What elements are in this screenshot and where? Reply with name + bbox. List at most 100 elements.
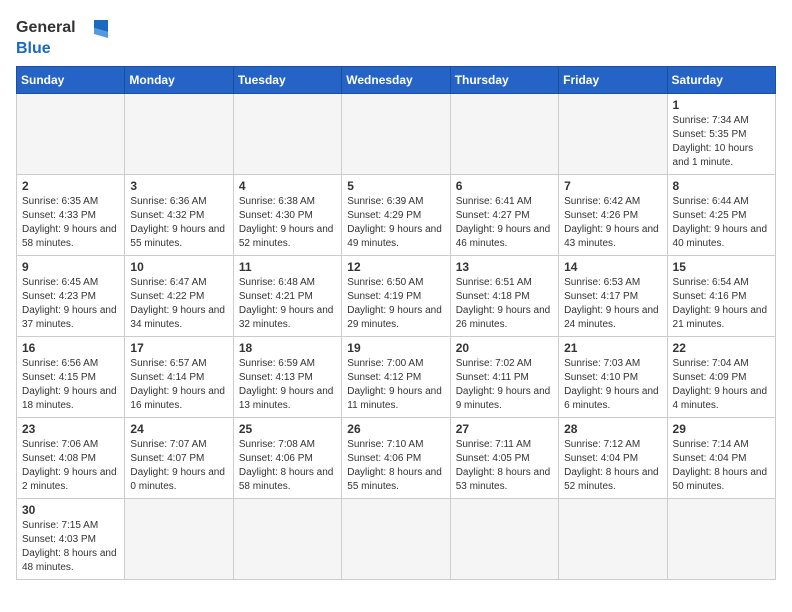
calendar-cell: 13 Sunrise: 6:51 AMSunset: 4:18 PMDayligh…	[450, 256, 558, 337]
calendar-cell: 6 Sunrise: 6:41 AMSunset: 4:27 PMDaylight…	[450, 175, 558, 256]
logo-general: General	[16, 19, 76, 37]
calendar-cell	[667, 499, 775, 580]
day-info: Sunrise: 6:53 AMSunset: 4:17 PMDaylight:…	[564, 276, 661, 332]
logo: General Blue	[16, 16, 108, 58]
calendar-cell: 19 Sunrise: 7:00 AMSunset: 4:12 PMDayligh…	[342, 337, 450, 418]
calendar-cell: 10 Sunrise: 6:47 AMSunset: 4:22 PMDayligh…	[125, 256, 233, 337]
day-info: Sunrise: 7:04 AMSunset: 4:09 PMDaylight:…	[673, 357, 770, 413]
day-number: 19	[347, 341, 444, 355]
day-info: Sunrise: 6:47 AMSunset: 4:22 PMDaylight:…	[130, 276, 227, 332]
calendar-cell	[233, 499, 341, 580]
day-info: Sunrise: 7:06 AMSunset: 4:08 PMDaylight:…	[22, 438, 119, 494]
calendar-cell: 5 Sunrise: 6:39 AMSunset: 4:29 PMDaylight…	[342, 175, 450, 256]
calendar-cell: 7Sunrise: 6:42 AMSunset: 4:26 PMDaylight…	[559, 175, 667, 256]
day-number: 10	[130, 260, 227, 274]
day-number: 9	[22, 260, 119, 274]
calendar-cell	[559, 499, 667, 580]
calendar-week-1: 2Sunrise: 6:35 AMSunset: 4:33 PMDaylight…	[17, 175, 776, 256]
calendar-cell	[17, 94, 125, 175]
day-number: 18	[239, 341, 336, 355]
day-info: Sunrise: 6:41 AMSunset: 4:27 PMDaylight:…	[456, 195, 553, 251]
calendar-table: Sunday Monday Tuesday Wednesday Thursday…	[16, 66, 776, 580]
calendar-cell: 29 Sunrise: 7:14 AMSunset: 4:04 PMDayligh…	[667, 418, 775, 499]
calendar-cell	[125, 94, 233, 175]
day-number: 12	[347, 260, 444, 274]
day-info: Sunrise: 6:39 AMSunset: 4:29 PMDaylight:…	[347, 195, 444, 251]
calendar-week-2: 9 Sunrise: 6:45 AMSunset: 4:23 PMDaylight…	[17, 256, 776, 337]
calendar-cell: 22Sunrise: 7:04 AMSunset: 4:09 PMDayligh…	[667, 337, 775, 418]
day-number: 15	[673, 260, 770, 274]
day-info: Sunrise: 6:59 AMSunset: 4:13 PMDaylight:…	[239, 357, 336, 413]
header-monday: Monday	[125, 67, 233, 94]
calendar-cell	[342, 499, 450, 580]
day-number: 30	[22, 503, 119, 517]
day-info: Sunrise: 6:45 AMSunset: 4:23 PMDaylight:…	[22, 276, 119, 332]
calendar-cell: 30 Sunrise: 7:15 AMSunset: 4:03 PMDayligh…	[17, 499, 125, 580]
day-number: 27	[456, 422, 553, 436]
day-number: 16	[22, 341, 119, 355]
calendar-week-5: 30 Sunrise: 7:15 AMSunset: 4:03 PMDayligh…	[17, 499, 776, 580]
calendar-cell	[233, 94, 341, 175]
calendar-cell	[125, 499, 233, 580]
header-friday: Friday	[559, 67, 667, 94]
day-number: 1	[673, 98, 770, 112]
header-saturday: Saturday	[667, 67, 775, 94]
calendar-cell: 17 Sunrise: 6:57 AMSunset: 4:14 PMDayligh…	[125, 337, 233, 418]
calendar-week-4: 23Sunrise: 7:06 AMSunset: 4:08 PMDayligh…	[17, 418, 776, 499]
calendar-cell: 28 Sunrise: 7:12 AMSunset: 4:04 PMDayligh…	[559, 418, 667, 499]
day-number: 28	[564, 422, 661, 436]
day-info: Sunrise: 7:10 AMSunset: 4:06 PMDaylight:…	[347, 438, 444, 494]
day-info: Sunrise: 6:57 AMSunset: 4:14 PMDaylight:…	[130, 357, 227, 413]
day-info: Sunrise: 6:50 AMSunset: 4:19 PMDaylight:…	[347, 276, 444, 332]
header: General Blue	[16, 16, 776, 58]
day-number: 6	[456, 179, 553, 193]
day-number: 14	[564, 260, 661, 274]
day-info: Sunrise: 6:56 AMSunset: 4:15 PMDaylight:…	[22, 357, 119, 413]
day-info: Sunrise: 6:54 AMSunset: 4:16 PMDaylight:…	[673, 276, 770, 332]
header-sunday: Sunday	[17, 67, 125, 94]
day-number: 4	[239, 179, 336, 193]
header-thursday: Thursday	[450, 67, 558, 94]
calendar-week-0: 1 Sunrise: 7:34 AMSunset: 5:35 PMDaylight…	[17, 94, 776, 175]
day-info: Sunrise: 7:15 AMSunset: 4:03 PMDaylight:…	[22, 519, 119, 575]
header-row: Sunday Monday Tuesday Wednesday Thursday…	[17, 67, 776, 94]
day-info: Sunrise: 7:11 AMSunset: 4:05 PMDaylight:…	[456, 438, 553, 494]
calendar-cell: 4Sunrise: 6:38 AMSunset: 4:30 PMDaylight…	[233, 175, 341, 256]
calendar-cell: 15 Sunrise: 6:54 AMSunset: 4:16 PMDayligh…	[667, 256, 775, 337]
day-number: 8	[673, 179, 770, 193]
day-number: 13	[456, 260, 553, 274]
day-info: Sunrise: 7:08 AMSunset: 4:06 PMDaylight:…	[239, 438, 336, 494]
day-number: 26	[347, 422, 444, 436]
day-info: Sunrise: 6:51 AMSunset: 4:18 PMDaylight:…	[456, 276, 553, 332]
day-number: 29	[673, 422, 770, 436]
calendar-cell	[559, 94, 667, 175]
day-number: 25	[239, 422, 336, 436]
day-info: Sunrise: 7:00 AMSunset: 4:12 PMDaylight:…	[347, 357, 444, 413]
calendar-week-3: 16 Sunrise: 6:56 AMSunset: 4:15 PMDayligh…	[17, 337, 776, 418]
day-info: Sunrise: 7:02 AMSunset: 4:11 PMDaylight:…	[456, 357, 553, 413]
calendar-cell: 24 Sunrise: 7:07 AMSunset: 4:07 PMDayligh…	[125, 418, 233, 499]
calendar-cell	[450, 94, 558, 175]
calendar-cell	[450, 499, 558, 580]
calendar-cell: 25 Sunrise: 7:08 AMSunset: 4:06 PMDayligh…	[233, 418, 341, 499]
day-number: 5	[347, 179, 444, 193]
day-info: Sunrise: 7:12 AMSunset: 4:04 PMDaylight:…	[564, 438, 661, 494]
day-info: Sunrise: 7:07 AMSunset: 4:07 PMDaylight:…	[130, 438, 227, 494]
logo-blue: Blue	[16, 40, 51, 58]
day-number: 17	[130, 341, 227, 355]
day-info: Sunrise: 6:42 AMSunset: 4:26 PMDaylight:…	[564, 195, 661, 251]
calendar-cell: 9 Sunrise: 6:45 AMSunset: 4:23 PMDaylight…	[17, 256, 125, 337]
calendar-cell: 12 Sunrise: 6:50 AMSunset: 4:19 PMDayligh…	[342, 256, 450, 337]
day-info: Sunrise: 6:36 AMSunset: 4:32 PMDaylight:…	[130, 195, 227, 251]
logo-bird-icon	[78, 16, 108, 40]
day-info: Sunrise: 7:03 AMSunset: 4:10 PMDaylight:…	[564, 357, 661, 413]
day-info: Sunrise: 6:44 AMSunset: 4:25 PMDaylight:…	[673, 195, 770, 251]
day-number: 21	[564, 341, 661, 355]
header-tuesday: Tuesday	[233, 67, 341, 94]
calendar-cell: 14 Sunrise: 6:53 AMSunset: 4:17 PMDayligh…	[559, 256, 667, 337]
day-info: Sunrise: 7:34 AMSunset: 5:35 PMDaylight:…	[673, 114, 770, 170]
header-wednesday: Wednesday	[342, 67, 450, 94]
calendar-cell	[342, 94, 450, 175]
day-info: Sunrise: 7:14 AMSunset: 4:04 PMDaylight:…	[673, 438, 770, 494]
day-number: 24	[130, 422, 227, 436]
